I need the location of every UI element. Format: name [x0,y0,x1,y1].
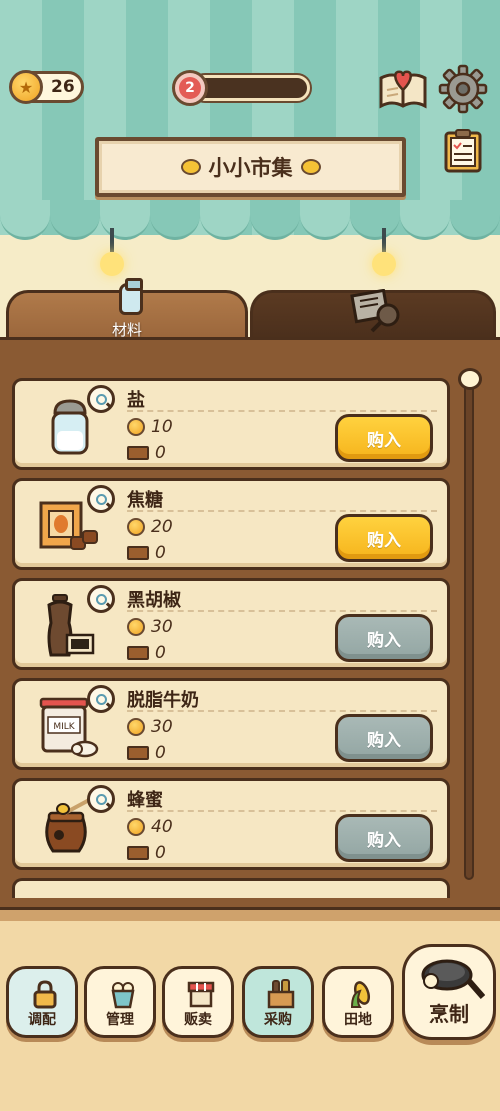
svg-text:MILK: MILK [53,722,75,732]
nav-purchase-button[interactable]: 采购 [242,966,314,1038]
inspect-icon[interactable] [87,385,115,413]
inspect-icon[interactable] [87,585,115,613]
item-price: 20 [151,517,173,537]
item-stock: 0 [155,843,166,863]
nav-farm-label: 田地 [344,1012,372,1028]
box-icon [127,546,149,560]
item-list[interactable]: 盐 10 0 购入 焦糖 20 0 购入 黑胡椒 30 0 购入 MILK 脱脂… [12,378,450,888]
nav-mix-label: 调配 [28,1012,56,1028]
popcorn-icon [111,982,135,1009]
box-icon [127,746,149,760]
coin-counter: ★ 26 [9,70,84,104]
item-stock: 0 [155,543,166,563]
cook-button[interactable]: 烹制 [402,944,496,1040]
inspect-icon[interactable] [87,685,115,713]
list-item-partial [12,878,450,898]
frying-pan-icon [421,959,485,999]
level-number: 2 [179,77,201,99]
level-progress-bar [192,75,310,101]
item-name: 焦糖 [127,490,163,511]
buy-button[interactable]: 购入 [335,614,433,662]
level-indicator: 2 [172,70,312,106]
awning-scallops [0,200,500,245]
item-name: 蜂蜜 [127,790,163,811]
list-item: 焦糖 20 0 购入 [12,478,450,570]
nav-farm-button[interactable]: 田地 [322,966,394,1038]
nav-sell-label: 贩卖 [184,1012,212,1028]
tab-materials[interactable]: 材料 [6,278,248,340]
item-stock: 0 [155,743,166,763]
recipe-book-heart-icon[interactable] [378,66,428,112]
inspect-icon[interactable] [87,485,115,513]
scrollbar-track[interactable] [464,384,474,880]
buy-button[interactable]: 购入 [335,714,433,762]
nav-mix-button[interactable]: 调配 [6,966,78,1038]
item-name: 盐 [127,390,145,411]
settings-gear-icon[interactable] [438,64,488,114]
jar-icon [119,278,143,315]
floor-board [0,907,500,921]
market-sign: 小小市集 [95,137,406,197]
cook-label: 烹制 [429,1002,469,1026]
scrollbar-thumb[interactable] [458,368,482,390]
item-price: 10 [151,417,173,437]
box-icon [127,646,149,660]
list-item: MILK 脱脂牛奶 30 0 购入 [12,678,450,770]
shop-stall-icon [187,981,215,1008]
lemon-icon [180,159,201,175]
box-icon [127,846,149,860]
item-stock: 0 [155,443,166,463]
newspaper-magnifier-icon [350,289,400,333]
clipboard-tasks-icon[interactable] [443,128,483,174]
nav-manage-button[interactable]: 管理 [84,966,156,1038]
buy-button[interactable]: 购入 [335,514,433,562]
list-item: 蜂蜜 40 0 购入 [12,778,450,870]
corn-icon [350,981,371,1008]
supply-box-icon [267,979,295,1009]
star-coin-icon: ★ [9,70,43,104]
list-item: 黑胡椒 30 0 购入 [12,578,450,670]
item-price: 40 [151,817,173,837]
box-icon [127,446,149,460]
buy-button[interactable]: 购入 [335,814,433,862]
inspect-icon[interactable] [87,785,115,813]
hanging-lamp [100,228,124,276]
hanging-lamp [372,228,396,276]
coin-icon [127,618,145,636]
nav-sell-button[interactable]: 贩卖 [162,966,234,1038]
list-item: 盐 10 0 购入 [12,378,450,470]
tab-recipes[interactable] [250,289,496,340]
item-price: 30 [151,717,173,737]
page-title: 小小市集 [208,156,293,180]
item-stock: 0 [155,643,166,663]
lemon-icon [300,159,321,175]
coin-count: 26 [51,77,75,97]
coin-icon [127,418,145,436]
coin-icon [127,718,145,736]
item-name: 黑胡椒 [127,590,181,611]
item-price: 30 [151,617,173,637]
nav-manage-label: 管理 [106,1012,134,1028]
item-name: 脱脂牛奶 [127,690,199,711]
coin-icon [127,818,145,836]
nav-purchase-label: 采购 [264,1012,292,1028]
buy-button[interactable]: 购入 [335,414,433,462]
level-badge: 2 [172,70,208,106]
lock-icon [33,980,57,1009]
coin-icon [127,518,145,536]
